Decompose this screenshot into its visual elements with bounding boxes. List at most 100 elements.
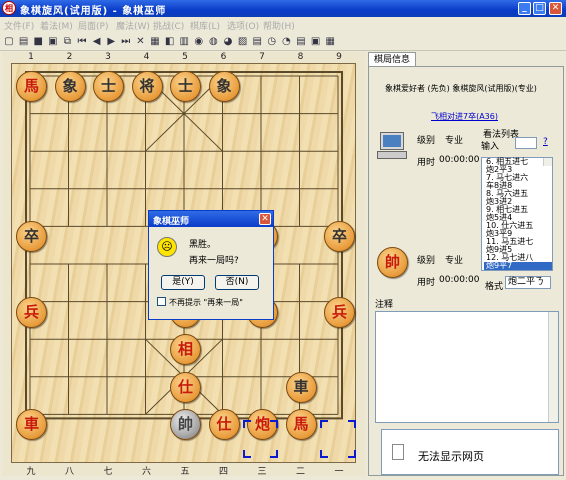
image-icon[interactable]: ▣	[310, 36, 322, 48]
title-bar: 相 象棋旋风(试用版) - 象棋巫师 _ □ ✕	[0, 0, 566, 17]
sound-icon[interactable]: ◍	[207, 36, 219, 48]
page-error-icon	[392, 444, 404, 460]
red-side-piece: 帥	[377, 247, 408, 278]
black-level: 专业	[445, 136, 464, 146]
move-list[interactable]: 6. 相五进七 炮2平3 7. 马七进六 车8进8 8. 马六进五 炮3进2 9. 相七进五…	[481, 157, 553, 271]
board-icon[interactable]: ▨	[237, 36, 249, 48]
notation-icon[interactable]: ▤	[295, 36, 307, 48]
move-marker	[243, 450, 251, 458]
column-label-top: 7	[259, 52, 265, 62]
window-title: 象棋旋风(试用版) - 象棋巫师	[20, 6, 167, 17]
prev-icon[interactable]: ◀	[91, 36, 103, 48]
chess-piece[interactable]: 馬	[16, 71, 47, 102]
first-icon[interactable]: ⏮	[76, 36, 88, 48]
move-input[interactable]	[515, 137, 537, 149]
maximize-button[interactable]: □	[533, 2, 546, 15]
settings-icon[interactable]: ▦	[324, 36, 336, 48]
black-level-label: 级别	[417, 136, 436, 146]
timer-icon[interactable]: ◔	[280, 36, 292, 48]
clip-icon[interactable]: ▤	[251, 36, 263, 48]
move-marker	[348, 450, 356, 458]
dialog-close-button[interactable]: ✕	[259, 213, 271, 225]
menu-challenge[interactable]: 挑战(C)	[153, 19, 184, 32]
open-icon[interactable]: ▤	[18, 36, 30, 48]
yes-button[interactable]: 是(Y)	[161, 275, 205, 290]
menu-magic[interactable]: 魔法(W)	[116, 19, 150, 32]
analyze-icon[interactable]: ▥	[178, 36, 190, 48]
minimize-button[interactable]: _	[518, 2, 531, 15]
column-label-top: 6	[220, 52, 227, 62]
chess-piece[interactable]: 士	[170, 71, 201, 102]
chess-piece[interactable]: 兵	[324, 296, 355, 328]
column-label-top: 3	[105, 52, 111, 62]
move-list-scrollbar[interactable]	[543, 158, 552, 166]
no-button[interactable]: 否(N)	[215, 275, 259, 290]
game-over-dialog: 象棋巫师 ✕ ☹ 黑胜。 再来一局吗? 是(Y) 否(N) 不再提示 "再来一局…	[148, 210, 274, 320]
notes-scrollbar[interactable]	[548, 312, 558, 422]
column-label-bottom: 六	[141, 467, 151, 477]
format-select[interactable]: 炮二平ㄋ	[505, 276, 551, 289]
menu-options[interactable]: 选项(O)	[227, 19, 259, 32]
move-marker	[270, 420, 278, 428]
move-marker	[320, 450, 328, 458]
column-label-top: 5	[182, 52, 188, 62]
menu-moves[interactable]: 着法(M)	[40, 19, 73, 32]
engine-icon[interactable]: ◧	[164, 36, 176, 48]
column-label-bottom: 四	[218, 467, 228, 477]
chess-piece[interactable]: 将	[131, 71, 163, 102]
print-icon[interactable]: ▣	[47, 36, 59, 48]
menu-file[interactable]: 文件(F)	[4, 19, 34, 32]
game-info-pane: 象棋爱好者 (先负) 象棋旋风(试用版)(专业) 飞相对进7卒(A36) 级别 …	[368, 66, 564, 476]
chess-piece[interactable]: 士	[93, 71, 124, 102]
opening-link[interactable]: 飞相对进7卒(A36)	[431, 111, 498, 122]
column-label-bottom: 二	[295, 467, 305, 477]
color-icon[interactable]: ◉	[193, 36, 205, 48]
copy-icon[interactable]: ⧉	[61, 36, 73, 48]
chess-piece[interactable]: 兵	[16, 296, 47, 328]
clock-icon[interactable]: ◷	[266, 36, 278, 48]
app-icon[interactable]: 相	[2, 1, 16, 15]
notes-box[interactable]	[375, 311, 559, 423]
red-level-label: 级别	[417, 256, 436, 266]
black-time: 00:00:00	[439, 155, 480, 165]
dialog-question: 再来一局吗?	[189, 256, 239, 266]
chess-piece[interactable]: 相	[170, 334, 201, 366]
column-label-bottom: 三	[257, 467, 267, 477]
next-icon[interactable]: ▶	[105, 36, 117, 48]
move-marker	[348, 420, 356, 428]
menu-position[interactable]: 局面(P)	[78, 19, 108, 32]
menu-help[interactable]: 帮助(H)	[263, 19, 295, 32]
close-button[interactable]: ✕	[549, 2, 562, 15]
notes-label: 注释	[375, 300, 394, 310]
tab-game-info[interactable]: 棋局信息	[368, 52, 416, 67]
hint-icon[interactable]: ◕	[222, 36, 234, 48]
move-list-item[interactable]: 炮9平7	[484, 262, 552, 270]
save-icon[interactable]: ■	[32, 36, 44, 48]
computer-icon	[377, 132, 407, 161]
red-time-label: 用时	[417, 278, 436, 288]
delete-icon[interactable]: ✕	[134, 36, 146, 48]
help-link[interactable]: ?	[543, 137, 548, 147]
move-marker	[243, 420, 251, 428]
black-time-label: 用时	[417, 158, 436, 168]
dialog-message: 黑胜。	[189, 240, 217, 250]
toolbar: ▢ ▤ ■ ▣ ⧉ ⏮ ◀ ▶ ⏭ ✕ ▦ ◧ ▥ ◉ ◍ ◕ ▨ ▤ ◷ ◔ ▤ ▣ ▦	[0, 33, 566, 51]
last-icon[interactable]: ⏭	[120, 36, 132, 48]
dont-ask-checkbox[interactable]	[157, 297, 166, 306]
new-icon[interactable]: ▢	[3, 36, 15, 48]
web-view: 无法显示网页	[381, 429, 559, 475]
red-time: 00:00:00	[439, 275, 480, 285]
column-label-top: 9	[336, 52, 342, 62]
format-value: 炮二平ㄋ	[508, 277, 545, 287]
chess-piece[interactable]: 車	[285, 371, 317, 403]
chess-piece[interactable]: 仕	[208, 409, 240, 441]
player-names: 象棋爱好者 (先负) 象棋旋风(试用版)(专业)	[385, 84, 537, 93]
chess-piece[interactable]: 象	[208, 71, 240, 102]
chess-piece[interactable]: 馬	[285, 409, 317, 441]
menu-library[interactable]: 棋库(L)	[190, 19, 220, 32]
column-label-top: 2	[66, 52, 73, 62]
format-label: 格式	[485, 282, 504, 292]
chess-piece[interactable]: 象	[54, 71, 86, 102]
book-icon[interactable]: ▦	[149, 36, 161, 48]
chess-piece[interactable]: 仕	[170, 371, 201, 403]
